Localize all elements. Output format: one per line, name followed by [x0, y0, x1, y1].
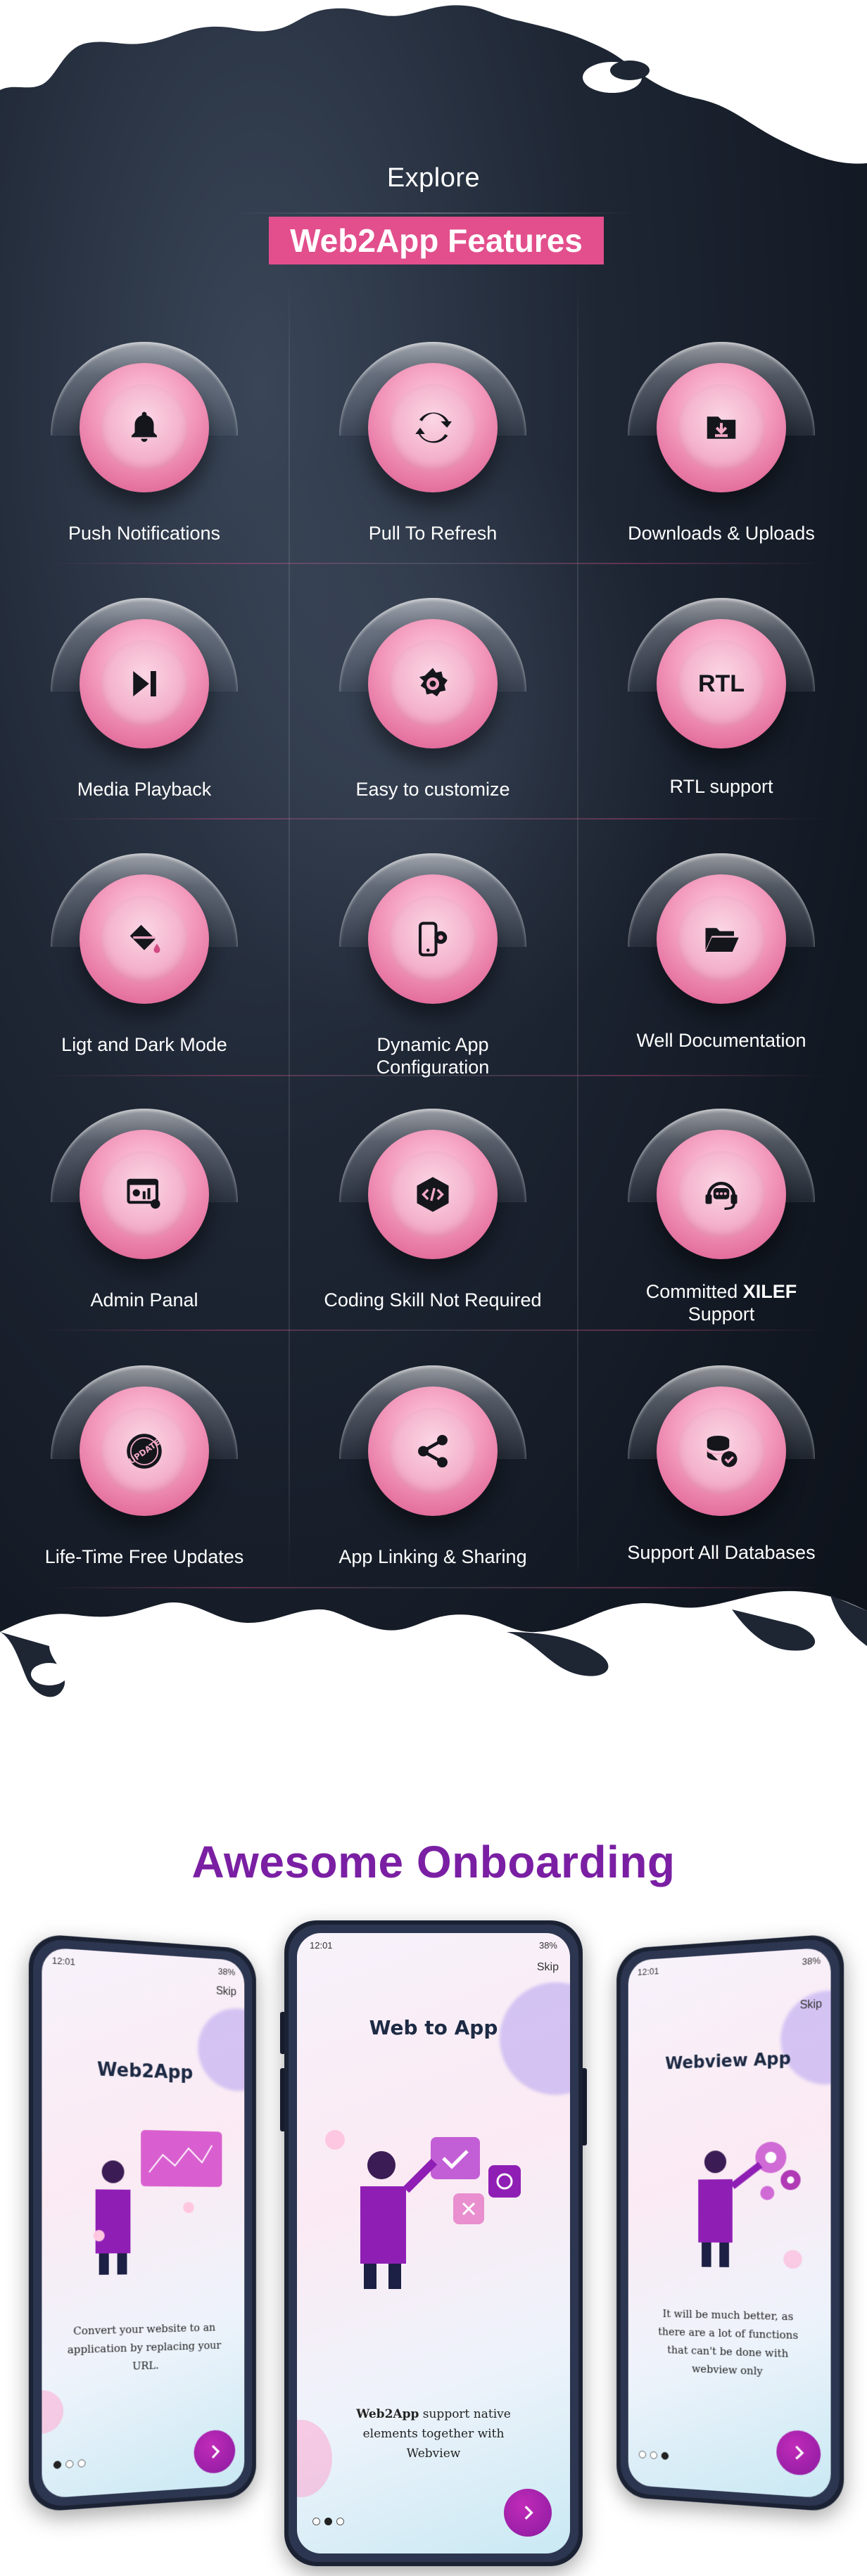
headset-support-icon: [678, 1151, 765, 1238]
rtl-icon: RTL: [678, 640, 765, 727]
status-battery: 38%: [802, 1955, 821, 1968]
screen-title: Web to App: [369, 2016, 498, 2039]
gear-customize-icon: [389, 640, 476, 727]
features-title: Web2App Features: [269, 217, 604, 264]
bell-icon: [101, 384, 188, 471]
feature-well-documentation: Well Documentation: [577, 793, 866, 1051]
database-check-icon: [678, 1408, 765, 1495]
skip-next-icon: [101, 640, 188, 727]
feature-label: Support All Databases: [627, 1542, 816, 1563]
settings-illustration: [698, 2141, 801, 2268]
explore-label: Explore: [386, 163, 481, 193]
download-folder-icon: [678, 384, 765, 471]
feature-label: Life-Time Free Updates: [44, 1546, 244, 1567]
skip-button[interactable]: Skip: [216, 1985, 236, 1998]
phone-mockup-right: 12:01 38% Skip Webview App It will be mu…: [616, 1933, 844, 2513]
chevron-right-icon: [789, 2443, 807, 2463]
screen-description: It will be much better, as there are a l…: [658, 2307, 799, 2378]
page-indicator: [312, 2518, 344, 2525]
presentation-illustration: [93, 2129, 222, 2275]
refresh-icon: [389, 384, 476, 471]
onboarding-title: Awesome Onboarding: [191, 1837, 676, 1887]
status-time: 12:01: [637, 1965, 659, 1978]
onboarding-screen-webview-app: 12:01 38% Skip Webview App It will be mu…: [628, 1947, 831, 2499]
onboarding-screen-web2app: 12:01 38% Skip Web2App Convert your webs…: [42, 1947, 245, 2499]
next-button[interactable]: [776, 2429, 821, 2477]
page-indicator: [53, 2459, 86, 2469]
onboarding-screen-web-to-app: 12:01 38% Skip Web to App Web2App suppor…: [297, 1933, 570, 2553]
feature-app-linking: App Linking & Sharing: [289, 1305, 577, 1567]
feature-label: App Linking & Sharing: [338, 1546, 527, 1567]
rtl-icon-text: RTL: [697, 670, 745, 697]
phone-mockup-center: 12:01 38% Skip Web to App Web2App suppor…: [284, 1920, 583, 2566]
bottom-wave-shape: [0, 1590, 867, 1766]
feature-downloads-uploads: Downloads & Uploads: [577, 281, 866, 544]
feature-easy-customize: Easy to customize: [289, 537, 577, 800]
feature-all-databases: Support All Databases: [577, 1305, 866, 1563]
feature-no-coding: Coding Skill Not Required: [289, 1048, 577, 1311]
next-button[interactable]: [504, 2489, 552, 2537]
share-icon: [389, 1408, 476, 1495]
feature-push-notifications: Push Notifications: [0, 281, 289, 544]
feature-admin-panel: Admin Panal: [0, 1048, 289, 1311]
brand-name: XILEF: [742, 1281, 797, 1302]
feature-rtl-support: RTL RTL support: [577, 537, 866, 797]
phone-mockup-left: 12:01 38% Skip Web2App Convert your webs…: [28, 1933, 256, 2513]
title-divider: [232, 212, 635, 214]
top-wave-shape: [0, 0, 867, 164]
folder-open-icon: [678, 895, 765, 983]
phone-settings-icon: [389, 895, 476, 983]
feature-dynamic-config: Dynamic App Configuration: [289, 793, 577, 1078]
feature-media-playback: Media Playback: [0, 537, 289, 800]
update-badge-icon: UPDATE: [101, 1408, 188, 1495]
status-time: 12:01: [310, 1940, 333, 1951]
chevron-right-icon: [524, 2506, 533, 2520]
chevron-right-icon: [206, 2442, 224, 2461]
page-indicator: [638, 2450, 669, 2460]
paint-bucket-icon: [101, 895, 188, 983]
checkbox-illustration: [360, 2137, 521, 2289]
screen-description: Convert your website to an application b…: [67, 2321, 222, 2373]
skip-button[interactable]: Skip: [799, 1998, 822, 2013]
features-section: Explore Web2App Features Push Notificati…: [0, 0, 867, 1766]
grid-divider-horizontal: [42, 1587, 825, 1588]
code-icon: [389, 1151, 476, 1238]
brand-name: Web2App: [356, 2407, 419, 2421]
status-battery: 38%: [538, 1940, 557, 1951]
feature-light-dark-mode: Ligt and Dark Mode: [0, 793, 289, 1055]
dashboard-icon: [101, 1151, 188, 1238]
status-time: 12:01: [51, 1955, 76, 1968]
screen-description: Web2App support native elements together…: [356, 2407, 511, 2461]
feature-label-prefix: Committed: [645, 1281, 743, 1302]
feature-xilef-support: Committed XILEF Support: [577, 1048, 866, 1325]
status-battery: 38%: [217, 1965, 236, 1978]
next-button[interactable]: [194, 2429, 236, 2475]
feature-pull-to-refresh: Pull To Refresh: [289, 281, 577, 544]
skip-button[interactable]: Skip: [537, 1961, 559, 1974]
feature-lifetime-updates: UPDATE Life-Time Free Updates: [0, 1305, 289, 1567]
